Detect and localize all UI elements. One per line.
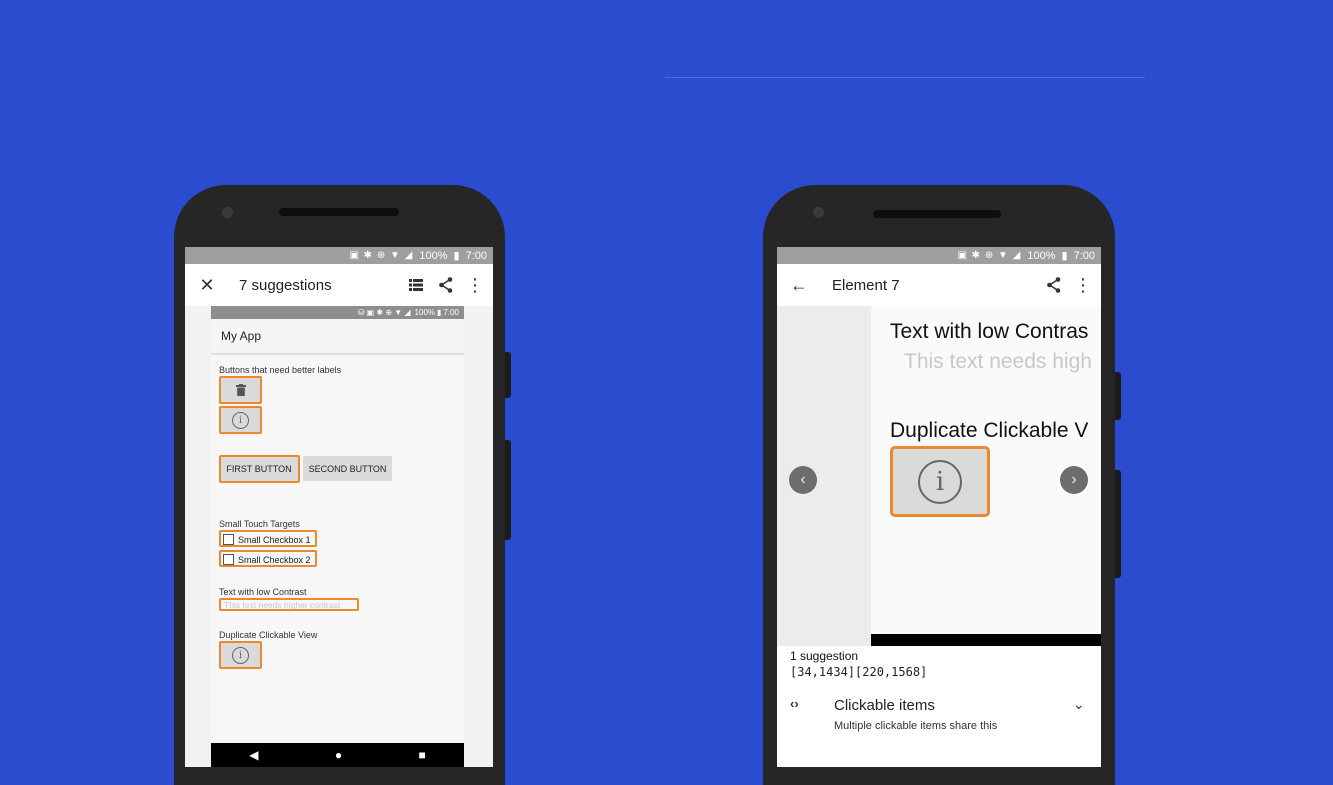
battery-icon: ▮ (1061, 250, 1068, 262)
status-bar: ▣ ✱ ⊕ ▼ ◢ 100% ▮ 7:00 (777, 247, 1101, 264)
volume-button (505, 440, 511, 540)
volume-button (1115, 470, 1121, 578)
section-duplicate-heading: Duplicate Clickable View (219, 630, 318, 640)
status-icons: ▣ ✱ ⊕ ▼ ◢ (957, 250, 1022, 261)
checkbox-1-highlight (219, 530, 317, 547)
share-icon[interactable] (1037, 277, 1071, 293)
preview-contrast-heading: Text with low Contras (890, 320, 1089, 343)
inner-status-bar: ⛁ ▣ ✱ ⊕ ▼ ◢ 100% ▮ 7:00 (211, 306, 464, 319)
next-element-button[interactable]: › (1060, 466, 1088, 494)
highlighted-info-button[interactable]: i (890, 446, 990, 517)
overflow-menu-icon[interactable]: ⋮ (463, 275, 487, 296)
overflow-menu-icon[interactable]: ⋮ (1071, 275, 1095, 296)
status-time: 7:00 (1073, 249, 1095, 262)
inner-battery: 100% (414, 308, 436, 317)
right-phone: ▣ ✱ ⊕ ▼ ◢ 100% ▮ 7:00 ← Element 7 ⋮ Text… (763, 185, 1115, 785)
back-nav-icon[interactable]: ◀ (249, 748, 258, 762)
battery-level: 100% (419, 249, 448, 262)
left-screen: ▣ ✱ ⊕ ▼ ◢ 100% ▮ 7:00 ✕ 7 suggestions ⋮ … (185, 247, 493, 767)
suggestion-item-description: Multiple clickable items share this (834, 720, 998, 732)
inner-app-title: My App (211, 319, 464, 355)
inner-nav-bar: ◀ ● ■ (211, 743, 464, 767)
front-camera (813, 207, 824, 218)
element-preview: Text with low Contras This text needs hi… (777, 306, 1101, 646)
element-bounds: [34,1434][220,1568] (790, 665, 928, 679)
list-view-icon[interactable] (403, 279, 429, 291)
inner-battery-icon: ▮ (437, 308, 442, 317)
preview-low-contrast-text: This text needs high (904, 350, 1092, 373)
power-button (505, 352, 511, 398)
second-button[interactable]: SECOND BUTTON (303, 456, 392, 481)
divider-line (665, 77, 1145, 78)
code-icon: ‹› (790, 696, 799, 711)
low-contrast-highlight (219, 598, 359, 611)
front-camera (222, 207, 233, 218)
home-nav-icon[interactable]: ● (335, 748, 342, 762)
section-contrast-heading: Text with low Contrast (219, 587, 307, 597)
battery-level: 100% (1027, 249, 1056, 262)
inner-app-screenshot: ⛁ ▣ ✱ ⊕ ▼ ◢ 100% ▮ 7:00 My App Buttons t… (211, 306, 464, 767)
expand-chevron-icon[interactable]: ⌄ (1073, 696, 1085, 713)
preview-duplicate-heading: Duplicate Clickable V (890, 419, 1089, 442)
share-icon[interactable] (429, 277, 463, 293)
section-labels-heading: Buttons that need better labels (219, 365, 342, 375)
suggestion-item-title[interactable]: Clickable items (834, 697, 935, 714)
checkbox-2-highlight (219, 550, 317, 567)
status-icons: ▣ ✱ ⊕ ▼ ◢ (349, 250, 414, 261)
info-icon: i (918, 459, 962, 504)
left-phone: ▣ ✱ ⊕ ▼ ◢ 100% ▮ 7:00 ✕ 7 suggestions ⋮ … (174, 185, 505, 785)
battery-icon: ▮ (453, 250, 460, 262)
trash-button-highlight (219, 376, 262, 404)
speaker-grille (279, 208, 399, 216)
recents-nav-icon[interactable]: ■ (419, 748, 426, 762)
preview-bottom-bar (871, 634, 1101, 646)
right-screen: ▣ ✱ ⊕ ▼ ◢ 100% ▮ 7:00 ← Element 7 ⋮ Text… (777, 247, 1101, 767)
toolbar-title: 7 suggestions (239, 276, 332, 294)
status-bar: ▣ ✱ ⊕ ▼ ◢ 100% ▮ 7:00 (185, 247, 493, 264)
info-button-highlight (219, 406, 262, 434)
section-touch-heading: Small Touch Targets (219, 519, 300, 529)
scanner-toolbar: ✕ 7 suggestions ⋮ (185, 264, 493, 306)
back-arrow-icon[interactable]: ← (789, 275, 809, 296)
close-icon[interactable]: ✕ (197, 275, 217, 296)
first-button-highlight (219, 455, 300, 483)
toolbar-title: Element 7 (832, 276, 900, 294)
detail-toolbar: ← Element 7 ⋮ (777, 264, 1101, 306)
inner-time: 7:00 (443, 308, 459, 317)
inner-status-icons: ⛁ ▣ ✱ ⊕ ▼ ◢ (357, 308, 411, 317)
previous-element-button[interactable]: ‹ (789, 466, 817, 494)
suggestion-panel: 1 suggestion [34,1434][220,1568] ‹› Clic… (777, 646, 1101, 767)
power-button (1115, 372, 1121, 420)
duplicate-button-highlight (219, 641, 262, 669)
suggestion-count: 1 suggestion (790, 649, 859, 663)
status-time: 7:00 (465, 249, 487, 262)
speaker-grille (873, 210, 1001, 218)
